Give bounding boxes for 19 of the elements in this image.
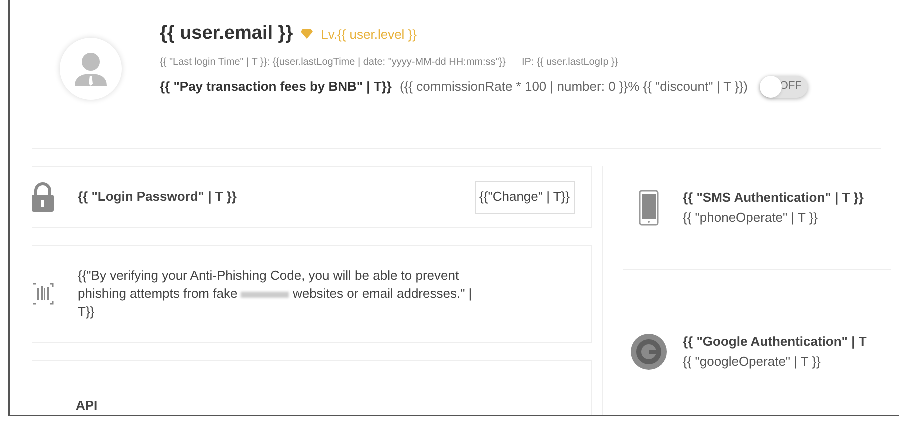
auth-title: {{ "SMS Authentication" | T }} — [683, 189, 864, 207]
auth-title: {{ "Google Authentication" | T — [683, 333, 867, 351]
api-title: API — [76, 399, 99, 412]
change-button[interactable]: {{"Change" | T}} — [474, 180, 575, 214]
last-login-text: {{ "Last login Time" | T }}: {{user.lastLogTime | date: "yyyy-MM-dd HH:mm:ss"}} — [160, 56, 506, 70]
user-level: Lv.{{ user.level }} — [321, 26, 417, 44]
anti-phishing-text: {{"By verifying your Anti-Phishing Code, you will be able to prevent phishing attempts from fake websites or email addresses." | T}} — [78, 267, 474, 321]
barcode-icon — [32, 283, 54, 305]
auth-subtitle: {{ "phoneOperate" | T }} — [683, 208, 820, 227]
fee-discount-text: ({{ commissionRate * 100 | number: 0 }}% {{ "discount" | T }}) — [400, 78, 748, 96]
password-title: {{ "Login Password" | T }} — [78, 188, 237, 206]
phone-icon — [639, 190, 659, 226]
authenticator-icon — [631, 334, 667, 370]
avatar-icon — [60, 38, 122, 100]
user-email: {{ user.email }} — [160, 22, 294, 46]
fee-label: {{ "Pay transaction fees by BNB" | T}} — [160, 78, 392, 96]
last-ip-text: IP: {{ user.lastLogIp }} — [522, 56, 618, 70]
diamond-icon — [301, 29, 314, 40]
auth-subtitle: {{ "googleOperate" | T }} — [683, 352, 822, 371]
